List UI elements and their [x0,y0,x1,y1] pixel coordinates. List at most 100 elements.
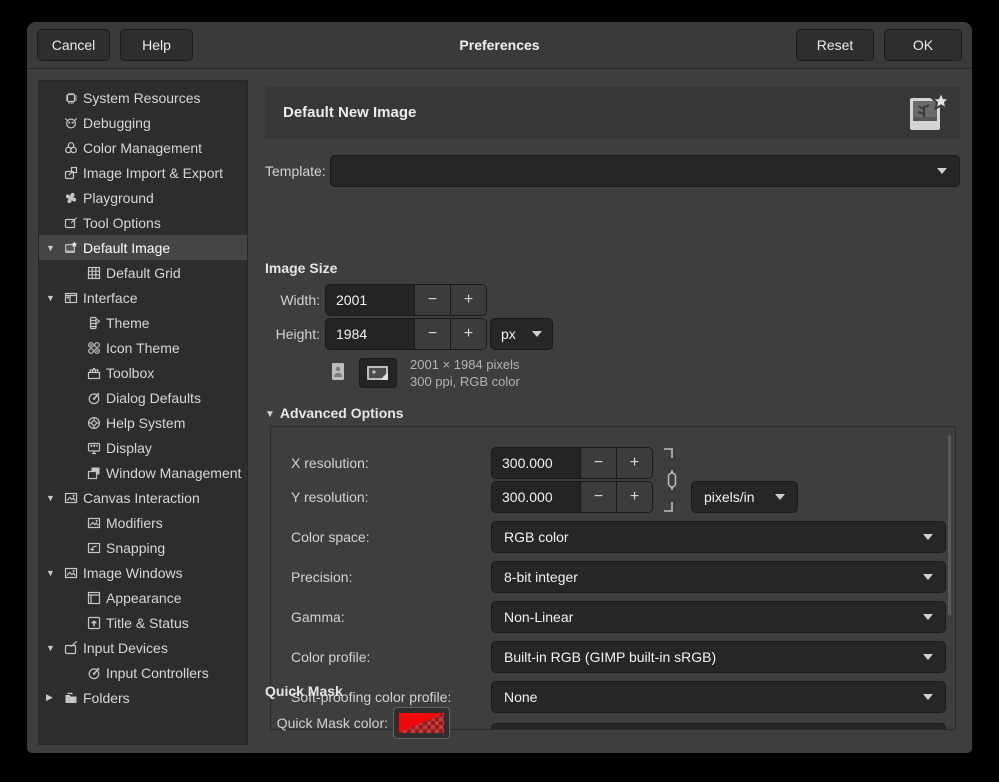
sidebar-item-appearance[interactable]: Appearance [39,585,247,610]
sidebar-item-canvas-interaction[interactable]: ▼ Canvas Interaction [39,485,247,510]
sidebar-item-playground[interactable]: Playground [39,185,247,210]
system-resources-icon [63,90,80,106]
x-resolution-input[interactable]: 300.000 [492,448,580,478]
sidebar-item-theme[interactable]: Theme [39,310,247,335]
sidebar-item-input-devices[interactable]: ▼ Input Devices [39,635,247,660]
height-decrement-button[interactable]: − [414,319,450,349]
x-resolution-spinner: 300.000 − + [491,447,653,479]
x-resolution-label: X resolution: [291,447,369,479]
title-status-icon [86,615,103,631]
gamma-combobox[interactable]: Non-Linear [491,601,946,633]
sidebar-item-label: Tool Options [83,215,161,231]
folders-icon [63,690,80,706]
preferences-dialog: Preferences Cancel Help Reset OK System … [27,22,972,753]
sidebar-item-label: Image Import & Export [83,165,223,181]
width-increment-button[interactable]: + [450,285,486,315]
height-input[interactable]: 1984 [326,319,414,349]
chevron-down-icon [923,694,933,700]
sidebar-item-label: Input Devices [83,640,168,656]
window-management-icon [86,465,103,481]
sidebar-item-icon-theme[interactable]: Icon Theme [39,335,247,360]
sidebar-item-tool-options[interactable]: Tool Options [39,210,247,235]
sidebar-item-default-grid[interactable]: Default Grid [39,260,247,285]
sidebar-item-folders[interactable]: ▶Folders [39,685,247,710]
size-unit-combobox[interactable]: px [490,318,553,350]
chevron-down-icon [923,614,933,620]
quick-mask-color-button[interactable] [393,707,450,739]
default-grid-icon [86,265,103,281]
ok-button[interactable]: OK [884,29,962,61]
expander-closed-icon[interactable]: ▶ [46,692,63,703]
sidebar-item-window-management[interactable]: Window Management [39,460,247,485]
soft-proofing-combobox[interactable]: None [491,681,946,713]
landscape-icon [366,364,390,382]
appearance-icon [86,590,103,606]
precision-combobox[interactable]: 8-bit integer [491,561,946,593]
sidebar-item-label: Toolbox [106,365,154,381]
snapping-icon [86,540,103,556]
sidebar-item-label: Interface [83,290,137,306]
sidebar-item-snapping[interactable]: Snapping [39,535,247,560]
new-image-star-icon [886,90,950,158]
preferences-category-tree: System ResourcesDebugging Color Managemen… [38,80,248,745]
page-title: Default New Image [265,87,960,139]
expander-open-icon[interactable]: ▼ [46,493,63,503]
color-profile-combobox[interactable]: Built-in RGB (GIMP built-in sRGB) [491,641,946,673]
sidebar-item-label: Default Grid [106,265,181,281]
help-button[interactable]: Help [120,29,193,61]
sidebar-item-debugging[interactable]: Debugging [39,110,247,135]
chevron-down-icon [923,574,933,580]
theme-icon [86,315,103,331]
sidebar-item-label: Modifiers [106,515,163,531]
sidebar-item-toolbox[interactable]: Toolbox [39,360,247,385]
expander-open-icon[interactable]: ▼ [46,643,63,653]
sidebar-item-display[interactable]: Display [39,435,247,460]
width-input[interactable]: 2001 [326,285,414,315]
sidebar-item-image-windows[interactable]: ▼Image Windows [39,560,247,585]
height-increment-button[interactable]: + [450,319,486,349]
sidebar-item-interface[interactable]: ▼ Interface [39,285,247,310]
sidebar-item-dialog-defaults[interactable]: Dialog Defaults [39,385,247,410]
resolution-unit-combobox[interactable]: pixels/in [691,481,798,513]
image-size-heading: Image Size [265,260,337,276]
sidebar-item-label: Color Management [83,140,202,156]
y-resolution-input[interactable]: 300.000 [492,482,580,512]
color-space-value: RGB color [504,529,569,545]
x-resolution-decrement-button[interactable]: − [580,448,616,478]
sidebar-item-system-resources[interactable]: System Resources [39,85,247,110]
sidebar-item-image-import-export[interactable]: Image Import & Export [39,160,247,185]
frame-scrollbar[interactable] [948,435,951,615]
width-label: Width: [265,284,320,316]
width-decrement-button[interactable]: − [414,285,450,315]
tool-options-icon [63,215,80,231]
sidebar-item-label: Canvas Interaction [83,490,200,506]
expander-open-icon[interactable]: ▼ [46,243,63,253]
advanced-options-expander[interactable]: ▼Advanced Options [265,405,404,421]
sidebar-item-title-status[interactable]: Title & Status [39,610,247,635]
color-space-combobox[interactable]: RGB color [491,521,946,553]
expander-open-icon[interactable]: ▼ [46,568,63,578]
gamma-value: Non-Linear [504,609,573,625]
debugging-icon [63,115,80,131]
clipped-combobox[interactable] [491,723,946,730]
cancel-button[interactable]: Cancel [37,29,110,61]
portrait-orientation-button[interactable] [329,361,347,390]
sidebar-item-input-controllers[interactable]: Input Controllers [39,660,247,685]
expander-open-icon[interactable]: ▼ [46,293,63,303]
sidebar-item-color-management[interactable]: Color Management [39,135,247,160]
sidebar-item-help-system[interactable]: Help System [39,410,247,435]
landscape-orientation-button[interactable] [359,358,397,388]
y-resolution-spinner: 300.000 − + [491,481,653,513]
sidebar-item-modifiers[interactable]: Modifiers [39,510,247,535]
template-combobox[interactable] [330,155,960,187]
x-resolution-increment-button[interactable]: + [616,448,652,478]
toolbox-icon [86,365,103,381]
sidebar-item-default-image[interactable]: ▼Default Image [39,235,247,260]
image-windows-icon [63,565,80,581]
y-resolution-increment-button[interactable]: + [616,482,652,512]
y-resolution-decrement-button[interactable]: − [580,482,616,512]
chain-broken-icon[interactable] [661,446,677,519]
advanced-options-heading: Advanced Options [280,405,404,421]
reset-button[interactable]: Reset [796,29,874,61]
sidebar-item-label: Appearance [106,590,182,606]
